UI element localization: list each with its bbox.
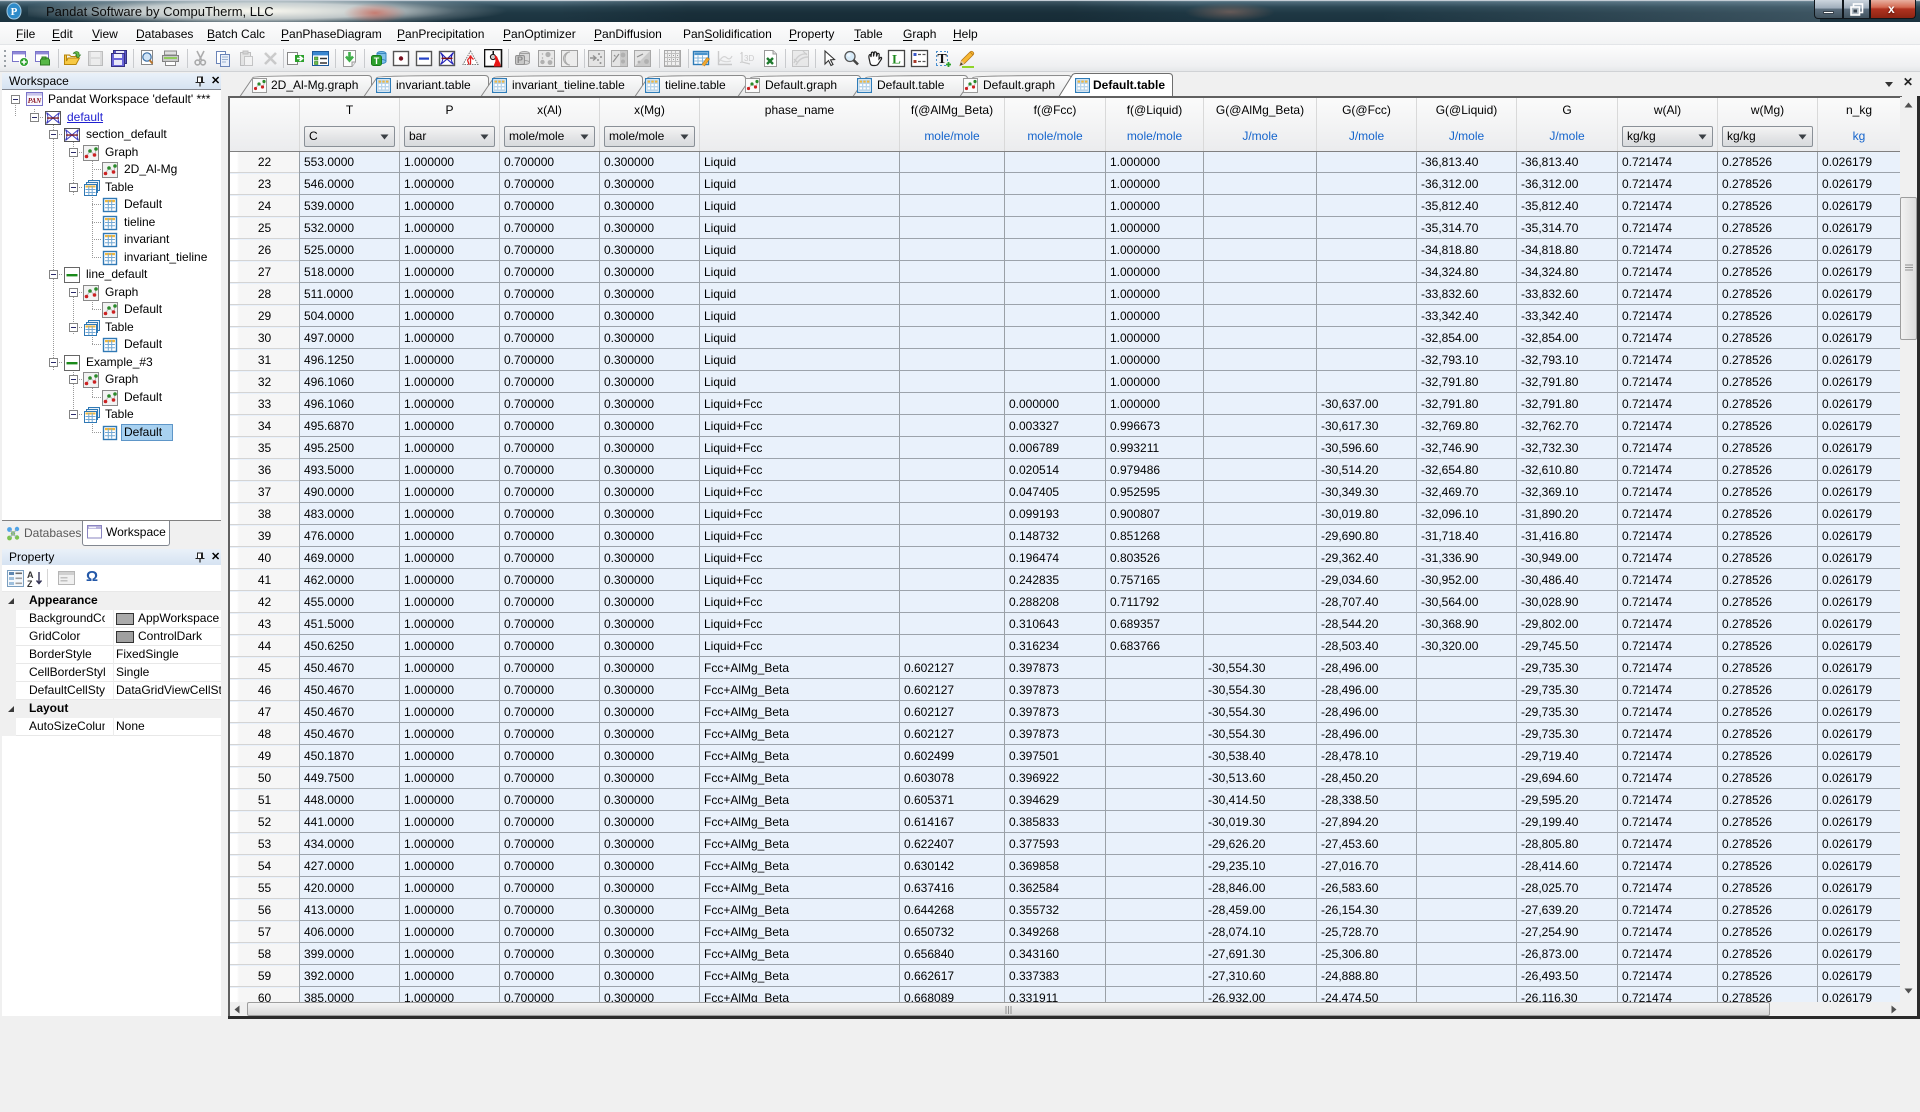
svg-text:3D: 3D xyxy=(744,54,754,63)
svg-text:Z: Z xyxy=(27,579,33,587)
svg-text:T: T xyxy=(937,52,947,67)
svg-text:P: P xyxy=(517,55,523,65)
svg-text:T: T xyxy=(374,56,380,66)
svg-text:L: L xyxy=(892,52,901,67)
svg-text:PAN: PAN xyxy=(28,97,42,105)
svg-text:P: P xyxy=(11,6,18,18)
